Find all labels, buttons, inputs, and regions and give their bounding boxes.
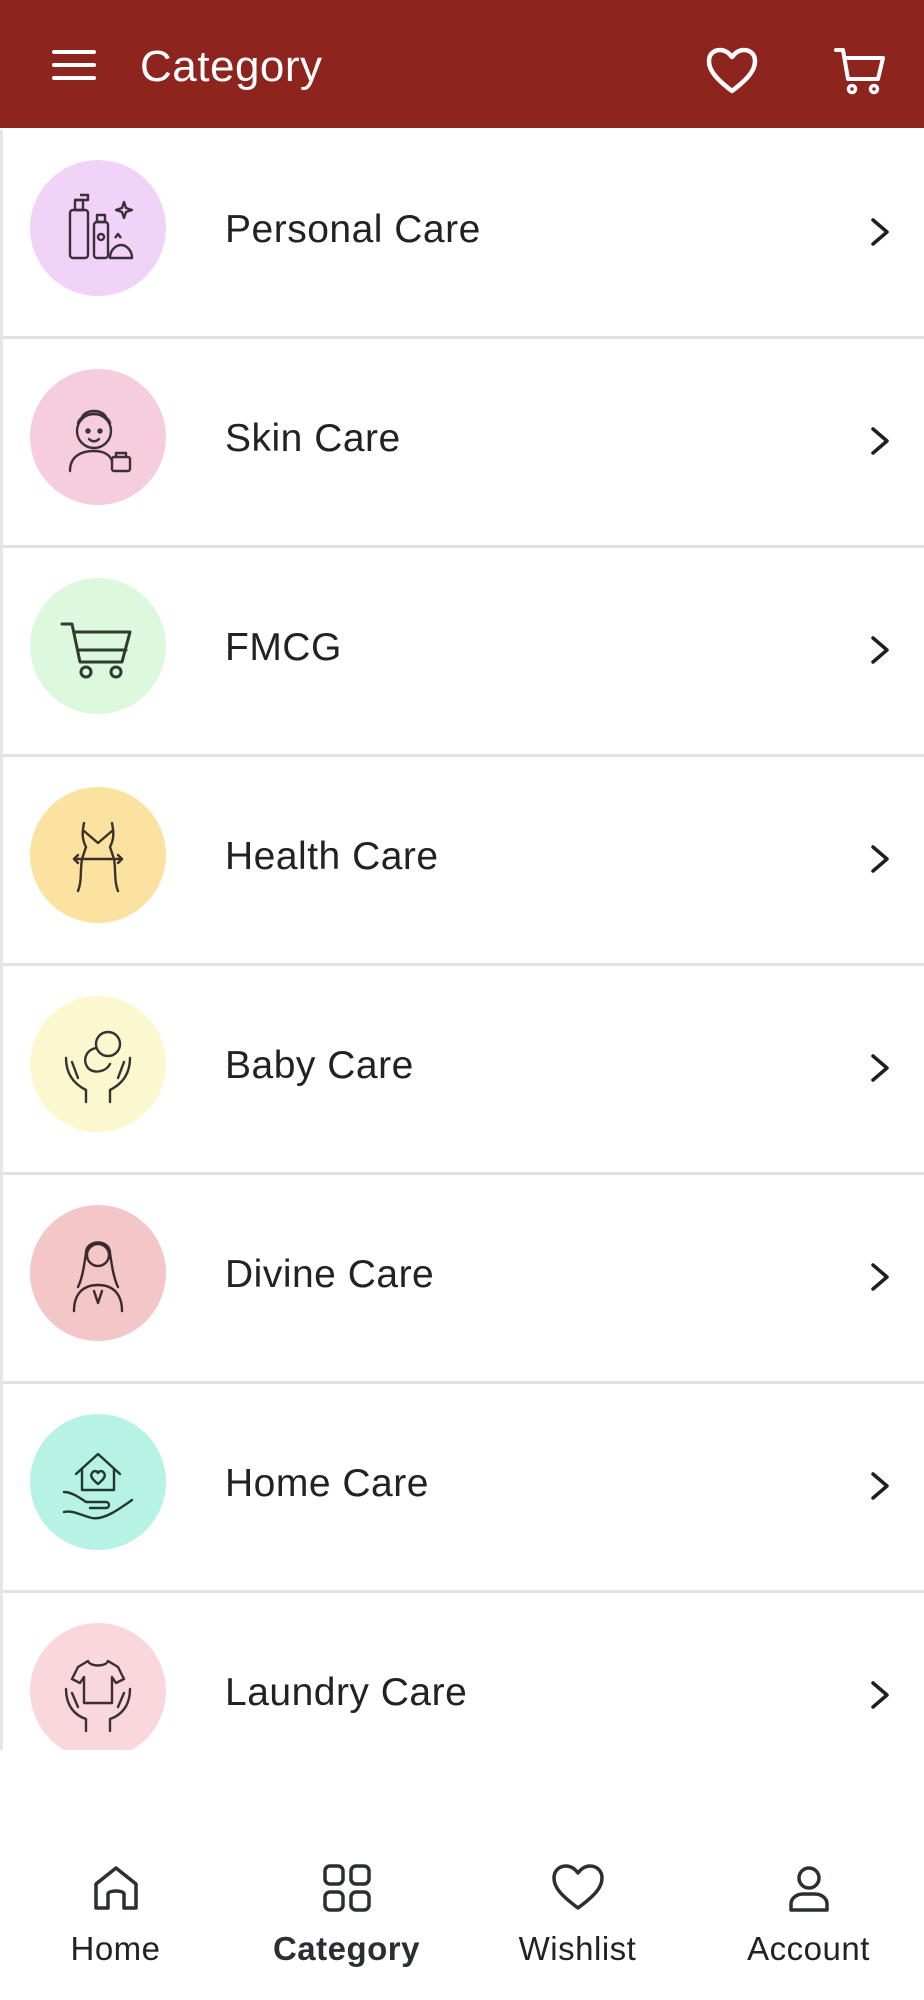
chevron-right-icon xyxy=(871,1054,889,1082)
category-label: Home Care xyxy=(225,1462,429,1505)
chevron-right-icon xyxy=(871,1472,889,1500)
category-label: Personal Care xyxy=(225,208,481,251)
nav-label: Wishlist xyxy=(518,1930,637,1967)
category-row-skin-care[interactable]: Skin Care xyxy=(0,339,924,548)
category-row-fmcg[interactable]: FMCG xyxy=(0,548,924,757)
category-list: Personal Care Skin Care FMCG Health Care… xyxy=(0,130,924,1750)
category-row-baby-care[interactable]: Baby Care xyxy=(0,966,924,1175)
nav-home[interactable]: Home xyxy=(0,1830,231,2000)
shopping-cart-icon xyxy=(30,578,166,714)
grid-icon xyxy=(322,1864,371,1912)
app-bar: Category xyxy=(0,0,924,128)
category-row-laundry-care[interactable]: Laundry Care xyxy=(0,1593,924,1750)
chevron-right-icon xyxy=(871,636,889,664)
category-label: Skin Care xyxy=(225,417,401,460)
nav-category[interactable]: Category xyxy=(231,1830,462,2000)
nav-wishlist[interactable]: Wishlist xyxy=(462,1830,693,2000)
category-row-personal-care[interactable]: Personal Care xyxy=(0,130,924,339)
category-row-divine-care[interactable]: Divine Care xyxy=(0,1175,924,1384)
chevron-right-icon xyxy=(871,1263,889,1291)
personal-care-icon xyxy=(30,160,166,296)
chevron-right-icon xyxy=(871,1681,889,1709)
home-icon xyxy=(93,1866,138,1910)
category-label: Baby Care xyxy=(225,1044,414,1087)
nav-label: Account xyxy=(747,1930,870,1967)
chevron-right-icon xyxy=(871,427,889,455)
cart-icon[interactable] xyxy=(833,46,887,96)
skin-care-icon xyxy=(30,369,166,505)
chevron-right-icon xyxy=(871,845,889,873)
divine-care-icon xyxy=(30,1205,166,1341)
home-care-icon xyxy=(30,1414,166,1550)
category-label: Health Care xyxy=(225,835,439,878)
health-care-icon xyxy=(30,787,166,923)
laundry-care-icon xyxy=(30,1623,166,1750)
category-label: FMCG xyxy=(225,626,342,669)
wishlist-heart-icon[interactable] xyxy=(705,46,759,96)
nav-account[interactable]: Account xyxy=(693,1830,924,2000)
category-row-health-care[interactable]: Health Care xyxy=(0,757,924,966)
nav-label: Home xyxy=(70,1930,161,1967)
heart-icon xyxy=(551,1864,604,1910)
bottom-navigation: Home Category Wishlist Account xyxy=(0,1830,924,2000)
category-label: Divine Care xyxy=(225,1253,435,1296)
category-row-home-care[interactable]: Home Care xyxy=(0,1384,924,1593)
nav-label: Category xyxy=(272,1930,421,1967)
user-icon xyxy=(788,1866,829,1912)
baby-care-icon xyxy=(30,996,166,1132)
category-label: Laundry Care xyxy=(225,1671,468,1714)
chevron-right-icon xyxy=(871,218,889,246)
hamburger-menu-icon[interactable] xyxy=(52,50,96,84)
page-title: Category xyxy=(140,42,323,91)
